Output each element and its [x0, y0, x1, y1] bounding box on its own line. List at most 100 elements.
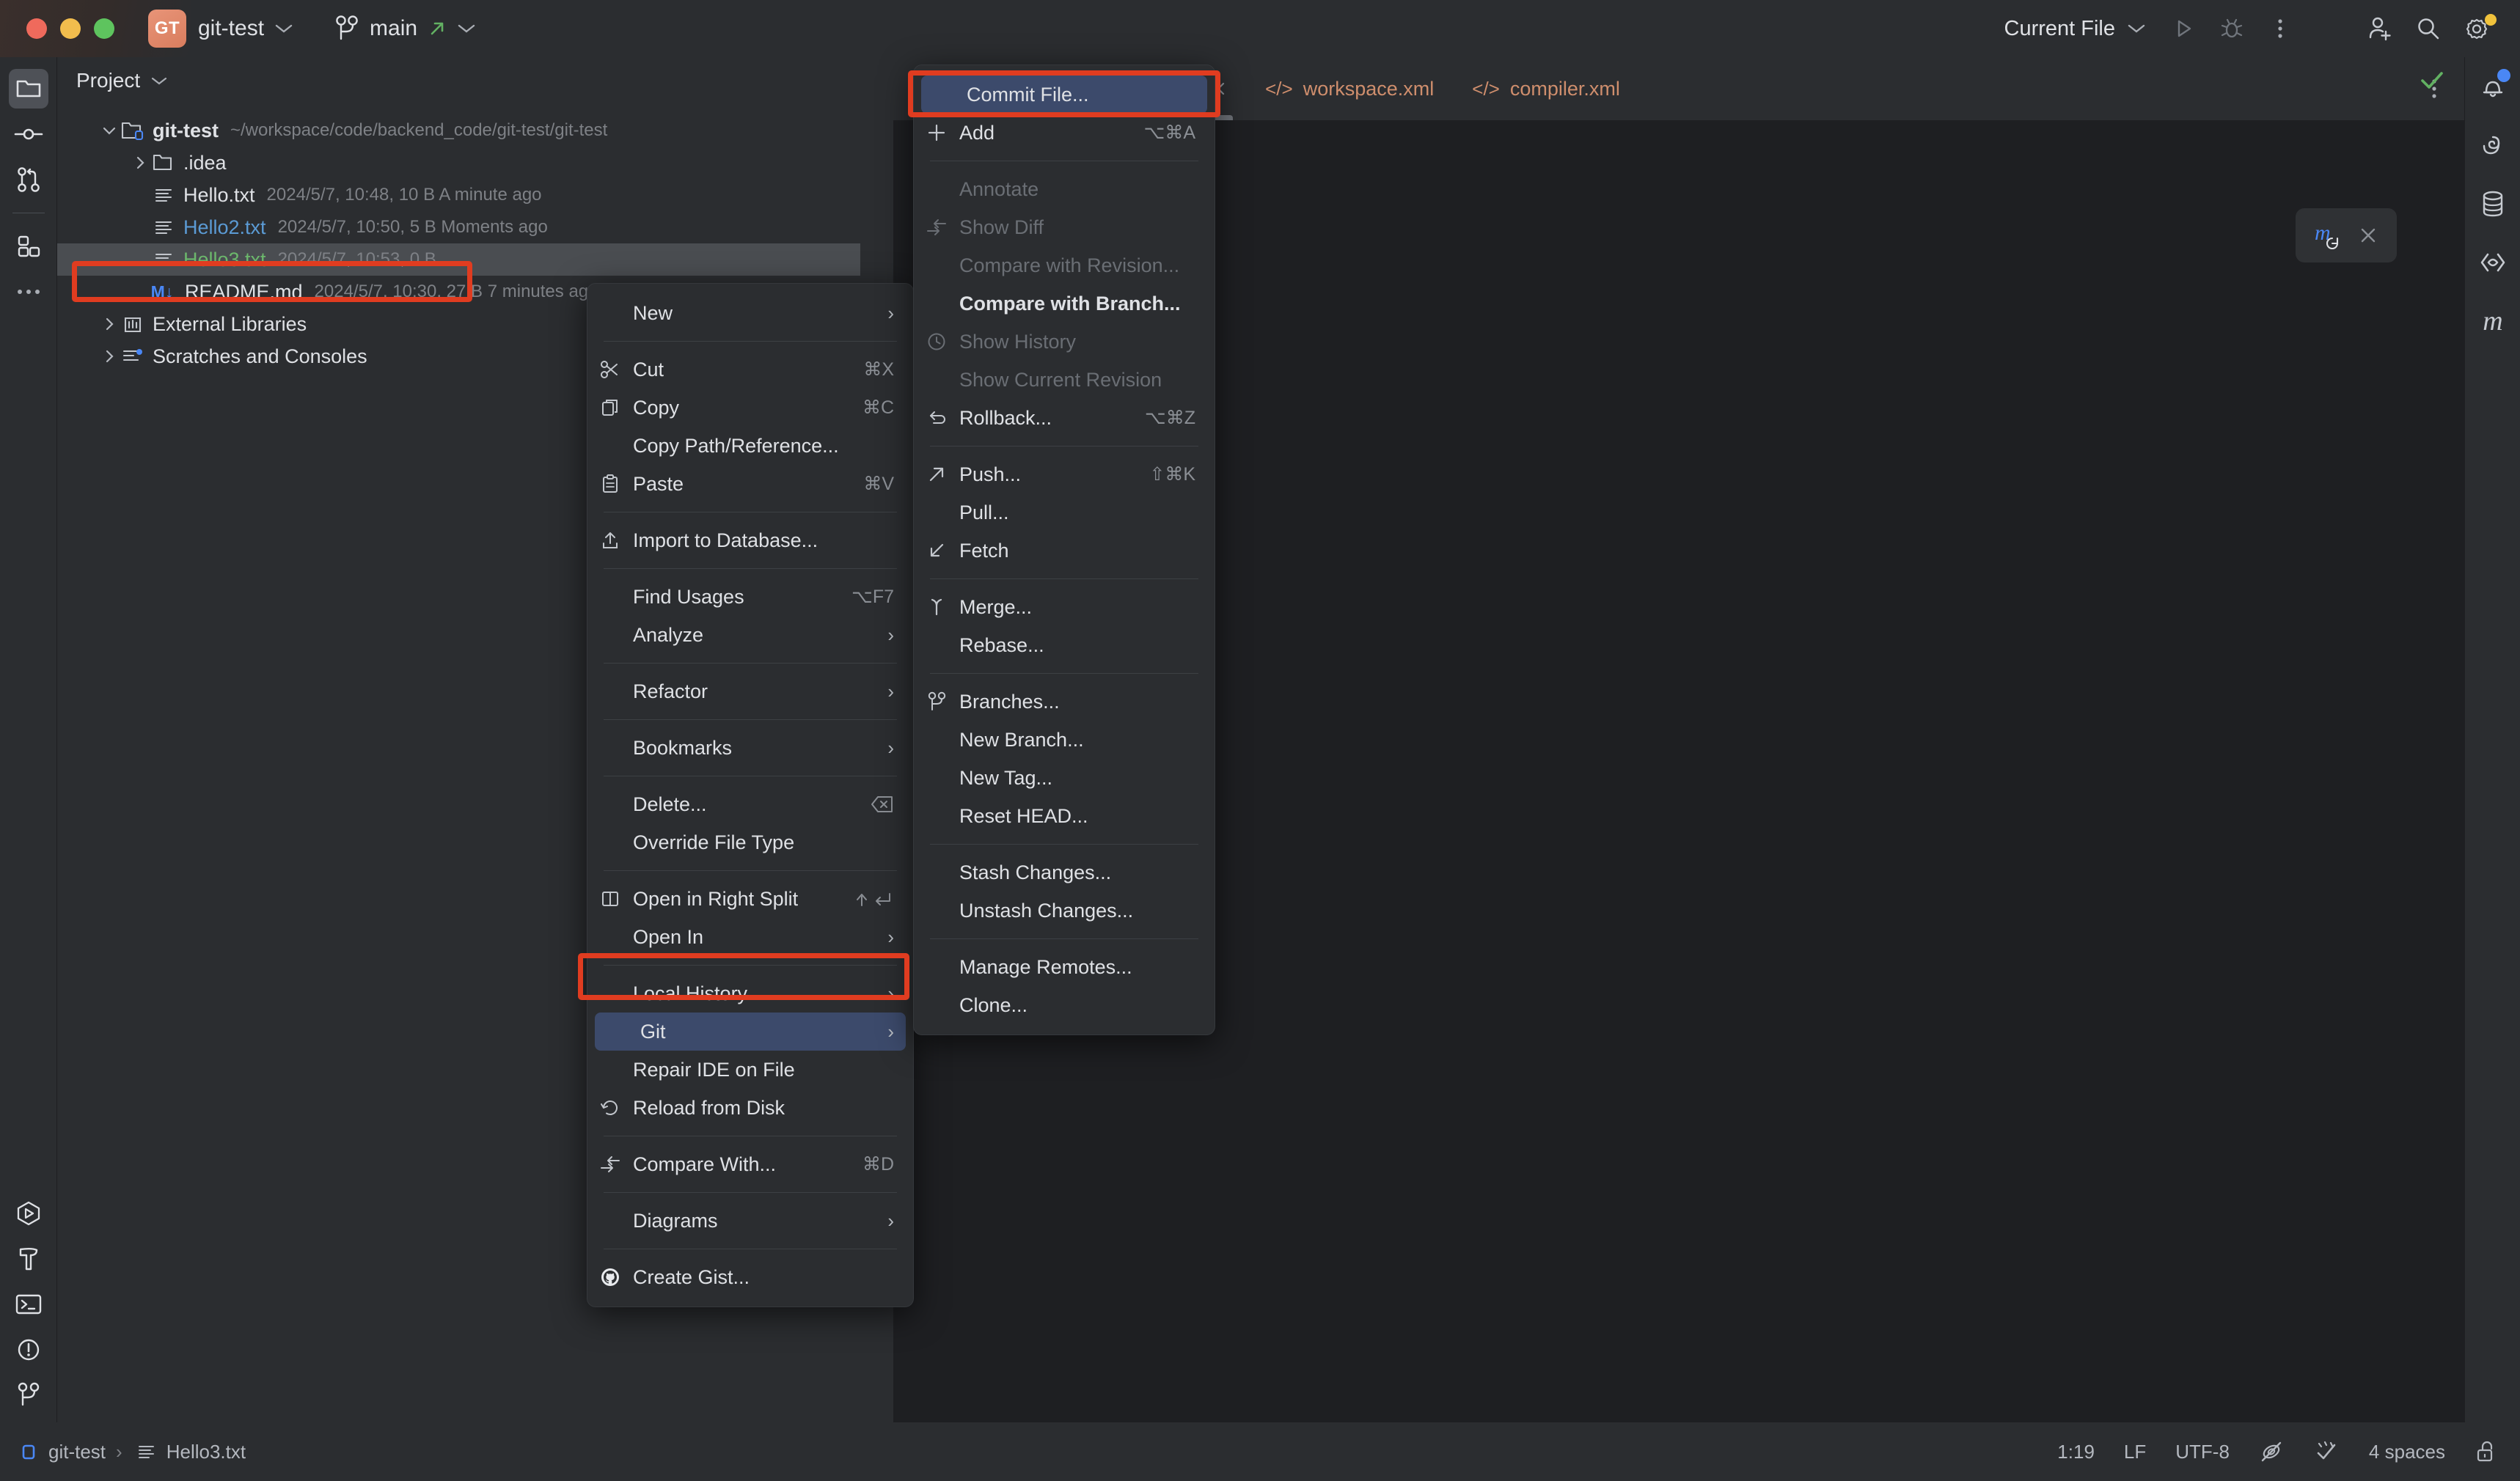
sidebar-item-ai-assistant[interactable] — [2465, 116, 2520, 174]
twisty-collapsed-icon[interactable] — [98, 348, 120, 364]
menu-item-cut[interactable]: Cut ⌘X — [587, 350, 913, 389]
breadcrumb-project-label[interactable]: git-test — [48, 1441, 106, 1463]
menu-item-stash-changes[interactable]: Stash Changes... — [914, 853, 1215, 892]
tree-node-hello-txt[interactable]: Hello.txt 2024/5/7, 10:48, 10 B A minute… — [57, 179, 893, 211]
inspections-off-icon[interactable] — [2313, 1440, 2340, 1463]
tree-node-idea[interactable]: .idea — [57, 147, 893, 179]
menu-item-rebase[interactable]: Rebase... — [914, 626, 1215, 664]
lock-open-icon[interactable] — [2475, 1439, 2498, 1464]
project-name-label[interactable]: git-test — [198, 16, 264, 41]
project-panel-chevron-down-icon[interactable] — [150, 76, 168, 86]
twisty-collapsed-icon[interactable] — [98, 316, 120, 332]
search-icon[interactable] — [2404, 8, 2453, 49]
menu-item-repair-ide-on-file[interactable]: Repair IDE on File — [587, 1051, 913, 1089]
sidebar-item-structure[interactable] — [0, 224, 57, 269]
maximize-window-button[interactable] — [94, 18, 114, 39]
tree-node-git-test[interactable]: git-test ~/workspace/code/backend_code/g… — [57, 114, 893, 147]
menu-item-compare-with-branch[interactable]: Compare with Branch... — [914, 284, 1215, 323]
branch-selector[interactable]: main — [334, 14, 476, 43]
close-icon[interactable] — [2359, 226, 2378, 245]
encoding-label[interactable]: UTF-8 — [2175, 1441, 2230, 1463]
menu-item-pull[interactable]: Pull... — [914, 493, 1215, 532]
no-read-only-indicator-icon[interactable] — [2259, 1439, 2284, 1464]
sidebar-item-maven[interactable]: m — [2465, 292, 2520, 350]
menu-item-diagrams[interactable]: Diagrams › — [587, 1202, 913, 1240]
menu-item-copy-path-reference[interactable]: Copy Path/Reference... — [587, 427, 913, 465]
sidebar-item-notifications[interactable] — [2465, 57, 2520, 116]
tab-compiler-xml[interactable]: </> compiler.xml — [1453, 57, 1639, 120]
breadcrumb-file-label[interactable]: Hello3.txt — [166, 1441, 246, 1463]
sidebar-item-problems[interactable] — [0, 1327, 57, 1372]
markdown-preview-icon[interactable]: m — [2315, 221, 2345, 250]
menu-item-shortcut: ⌘X — [863, 359, 894, 381]
sidebar-item-pull-requests[interactable] — [0, 157, 57, 202]
window-controls[interactable] — [26, 18, 114, 39]
menu-item-unstash-changes[interactable]: Unstash Changes... — [914, 892, 1215, 930]
menu-item-open-in-right-split[interactable]: Open in Right Split — [587, 880, 913, 918]
twisty-collapsed-icon[interactable] — [129, 155, 151, 171]
menu-item-refactor[interactable]: Refactor › — [587, 672, 913, 710]
minimize-window-button[interactable] — [60, 18, 81, 39]
chevron-down-icon[interactable] — [274, 23, 293, 34]
markdown-preview-widget[interactable]: m — [2296, 208, 2397, 262]
run-config-chevron-down-icon[interactable] — [2127, 23, 2146, 34]
menu-item-new[interactable]: New › — [587, 294, 913, 332]
menu-item-new-branch[interactable]: New Branch... — [914, 721, 1215, 759]
tree-node-hello2-txt[interactable]: Hello2.txt 2024/5/7, 10:50, 5 B Moments … — [57, 211, 893, 243]
menu-item-copy[interactable]: Copy ⌘C — [587, 389, 913, 427]
add-user-icon[interactable] — [2356, 8, 2404, 49]
menu-item-create-gist[interactable]: Create Gist... — [587, 1258, 913, 1296]
menu-item-commit-file[interactable]: Commit File... — [921, 76, 1207, 114]
caret-position-label[interactable]: 1:19 — [2057, 1441, 2095, 1463]
menu-item-add[interactable]: Add ⌥⌘A — [914, 114, 1215, 152]
line-separator-label[interactable]: LF — [2124, 1441, 2146, 1463]
more-actions-icon[interactable] — [2256, 8, 2304, 49]
menu-item-override-file-type[interactable]: Override File Type — [587, 823, 913, 861]
more-tool-windows-icon[interactable] — [0, 269, 57, 315]
tree-node-hello3-txt[interactable]: Hello3.txt 2024/5/7, 10:53, 0 B — [57, 243, 860, 276]
menu-item-reset-head[interactable]: Reset HEAD... — [914, 797, 1215, 835]
sidebar-item-commit[interactable] — [0, 111, 57, 157]
menu-item-bookmarks[interactable]: Bookmarks › — [587, 729, 913, 767]
tab-workspace-xml[interactable]: </> workspace.xml — [1246, 57, 1453, 120]
menu-item-paste[interactable]: Paste ⌘V — [587, 465, 913, 503]
menu-item-rollback[interactable]: Rollback... ⌥⌘Z — [914, 399, 1215, 437]
run-configuration-selector[interactable]: Current File — [2004, 8, 2147, 49]
menu-item-open-in[interactable]: Open In › — [587, 918, 913, 956]
close-window-button[interactable] — [26, 18, 47, 39]
menu-item-fetch[interactable]: Fetch — [914, 532, 1215, 570]
menu-item-new-tag[interactable]: New Tag... — [914, 759, 1215, 797]
inspections-ok-icon[interactable] — [2419, 69, 2445, 92]
menu-item-delete[interactable]: Delete... — [587, 785, 913, 823]
menu-item-push[interactable]: Push... ⇧⌘K — [914, 455, 1215, 493]
sidebar-item-database[interactable] — [2465, 174, 2520, 233]
indent-label[interactable]: 4 spaces — [2369, 1441, 2445, 1463]
sidebar-item-run[interactable] — [0, 1191, 57, 1236]
sidebar-item-project[interactable] — [0, 66, 57, 111]
menu-item-label: Merge... — [959, 596, 1195, 619]
menu-item-label: Manage Remotes... — [959, 956, 1195, 979]
menu-item-git[interactable]: Git › — [595, 1013, 906, 1051]
tree-node-label: Scratches and Consoles — [153, 345, 367, 368]
menu-item-manage-remotes[interactable]: Manage Remotes... — [914, 948, 1215, 986]
menu-item-find-usages[interactable]: Find Usages ⌥F7 — [587, 578, 913, 616]
run-icon[interactable] — [2159, 8, 2208, 49]
menu-item-reload-from-disk[interactable]: Reload from Disk — [587, 1089, 913, 1127]
title-bar: GT git-test main Cu — [0, 0, 2520, 57]
menu-item-analyze[interactable]: Analyze › — [587, 616, 913, 654]
sidebar-item-build[interactable] — [0, 1236, 57, 1282]
menu-item-local-history[interactable]: Local History › — [587, 974, 913, 1013]
sidebar-item-gradle[interactable] — [2465, 233, 2520, 292]
settings-icon[interactable] — [2453, 8, 2501, 49]
merge-icon — [914, 597, 959, 617]
menu-item-import-to-database[interactable]: Import to Database... — [587, 521, 913, 559]
menu-item-merge[interactable]: Merge... — [914, 588, 1215, 626]
menu-item-compare-with[interactable]: Compare With... ⌘D — [587, 1145, 913, 1183]
debug-icon[interactable] — [2208, 8, 2256, 49]
branch-chevron-down-icon[interactable] — [457, 23, 476, 34]
menu-item-branches[interactable]: Branches... — [914, 683, 1215, 721]
sidebar-item-terminal[interactable] — [0, 1282, 57, 1327]
twisty-expanded-icon[interactable] — [98, 122, 120, 139]
menu-item-clone[interactable]: Clone... — [914, 986, 1215, 1024]
sidebar-item-git[interactable] — [0, 1372, 57, 1418]
